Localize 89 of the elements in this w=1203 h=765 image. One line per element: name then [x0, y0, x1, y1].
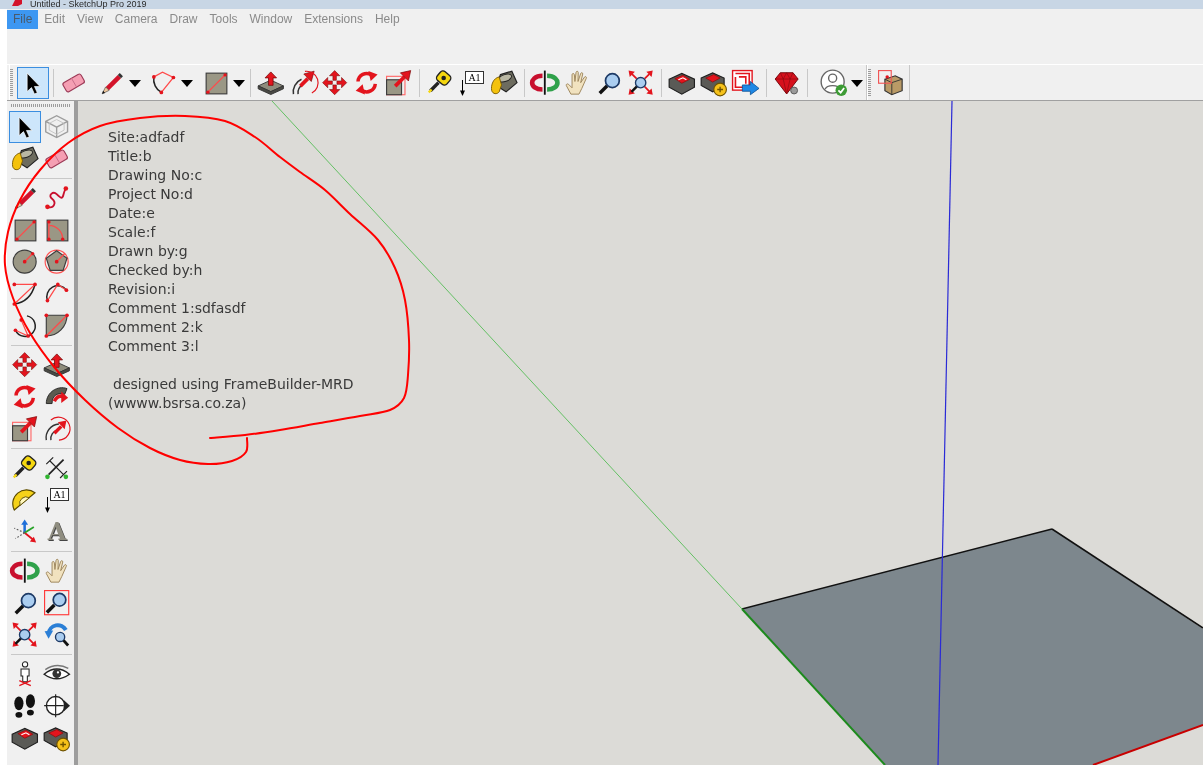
toolbar-grip[interactable]	[10, 69, 13, 97]
menu-item[interactable]: View	[71, 10, 109, 29]
rectangle-icon	[204, 71, 228, 95]
footprints-icon	[12, 693, 38, 719]
caret-icon	[129, 79, 141, 87]
protractor-icon	[12, 487, 38, 513]
scale-box-icon	[386, 70, 412, 96]
offset-arc-icon	[44, 416, 70, 442]
box-badge-icon	[700, 69, 728, 97]
curved-arrow-magnifier-icon	[44, 622, 70, 648]
leader-arrow-icon	[45, 496, 51, 513]
scale-box-icon	[12, 416, 38, 442]
tape-measure-icon	[427, 70, 453, 96]
zoom-extents-icon	[628, 70, 654, 96]
move-arrows-icon	[12, 352, 38, 378]
box-frame-icon	[878, 70, 904, 96]
box-icon	[668, 70, 696, 96]
note-line: Project No:d	[108, 185, 193, 204]
wireframe-cube-icon	[44, 114, 70, 140]
magnifier-icon	[597, 71, 621, 95]
box-badge-icon	[43, 724, 71, 752]
note-line: Revision:i	[108, 280, 176, 299]
credit-line: designed using FrameBuilder-MRD	[113, 375, 354, 394]
pie-slice-icon	[44, 313, 70, 339]
hand-icon	[564, 70, 590, 96]
tool-button[interactable]	[9, 111, 41, 143]
menu-item[interactable]: File	[7, 10, 39, 29]
paint-bucket-icon	[490, 70, 518, 96]
rotate-arrows-icon	[12, 384, 38, 410]
rotate-arrows-icon	[354, 70, 380, 96]
slab-arrow-icon	[43, 352, 71, 378]
curved-arrow-icon	[290, 70, 316, 96]
user-icon	[820, 69, 848, 97]
cursor-icon	[25, 71, 41, 95]
menu-item[interactable]: Edit	[38, 10, 72, 29]
window-title: Untitled - SketchUp Pro 2019	[30, 0, 147, 9]
polygon-icon	[44, 249, 70, 275]
section-plane-icon	[43, 693, 71, 719]
tool-button[interactable]	[17, 67, 49, 99]
app-logo-icon	[12, 0, 22, 6]
cursor-icon	[17, 115, 33, 139]
menu-item[interactable]: Draw	[163, 10, 204, 29]
rectangle-icon	[13, 218, 37, 242]
tool-button[interactable]: A	[41, 516, 73, 548]
note-line: Comment 2:k	[108, 318, 203, 337]
hand-icon	[44, 558, 70, 584]
tape-measure-icon	[12, 455, 38, 481]
arc-icon	[151, 70, 177, 96]
palette-grip[interactable]	[11, 104, 71, 107]
leader-arrow-icon	[460, 79, 466, 96]
note-line: Comment 1:sdfasdf	[108, 299, 246, 318]
document-arrow-icon	[732, 70, 760, 96]
menu-item[interactable]: Extensions	[298, 10, 369, 29]
menu-item[interactable]: Tools	[203, 10, 244, 29]
note-line: Scale:f	[108, 223, 156, 242]
arc-icon	[12, 281, 38, 307]
move-arrows-icon	[322, 70, 348, 96]
note-line: Comment 3:l	[108, 337, 199, 356]
caret-icon	[181, 79, 193, 87]
rounded-corner-icon	[45, 218, 69, 242]
toolbar-grip[interactable]	[868, 69, 871, 97]
credit-line: (wwww.bsrsa.co.za)	[108, 394, 247, 413]
magnifier-icon	[13, 591, 37, 615]
menu-item[interactable]: Help	[368, 10, 406, 29]
box-icon	[11, 725, 39, 751]
zoom-window-icon	[44, 590, 70, 616]
tool-button[interactable]: A1	[41, 484, 73, 516]
caret-icon	[233, 79, 245, 87]
pencil-icon	[100, 71, 124, 95]
note-line: Drawn by:g	[108, 242, 188, 261]
circle-icon	[12, 249, 38, 275]
slab-arrow-icon	[257, 70, 285, 96]
note-line: Site:adfadf	[108, 128, 185, 147]
standing-person-icon	[16, 661, 34, 687]
menu-item[interactable]: Window	[243, 10, 299, 29]
dimension-lines-icon	[44, 455, 70, 481]
zoom-extents-icon	[12, 622, 38, 648]
tool-button[interactable]: A1	[456, 67, 488, 99]
squiggle-icon	[44, 185, 70, 211]
arc-icon	[12, 313, 38, 339]
note-line: Checked by:h	[108, 261, 203, 280]
caret-icon	[851, 79, 863, 87]
note-line: Drawing No:c	[108, 166, 203, 185]
menu-item[interactable]: Camera	[108, 10, 164, 29]
axes-icon	[12, 519, 38, 545]
gem-icon	[774, 70, 800, 96]
note-line: Title:b	[108, 147, 152, 166]
paint-bucket-icon	[11, 146, 39, 172]
note-line: Date:e	[108, 204, 155, 223]
